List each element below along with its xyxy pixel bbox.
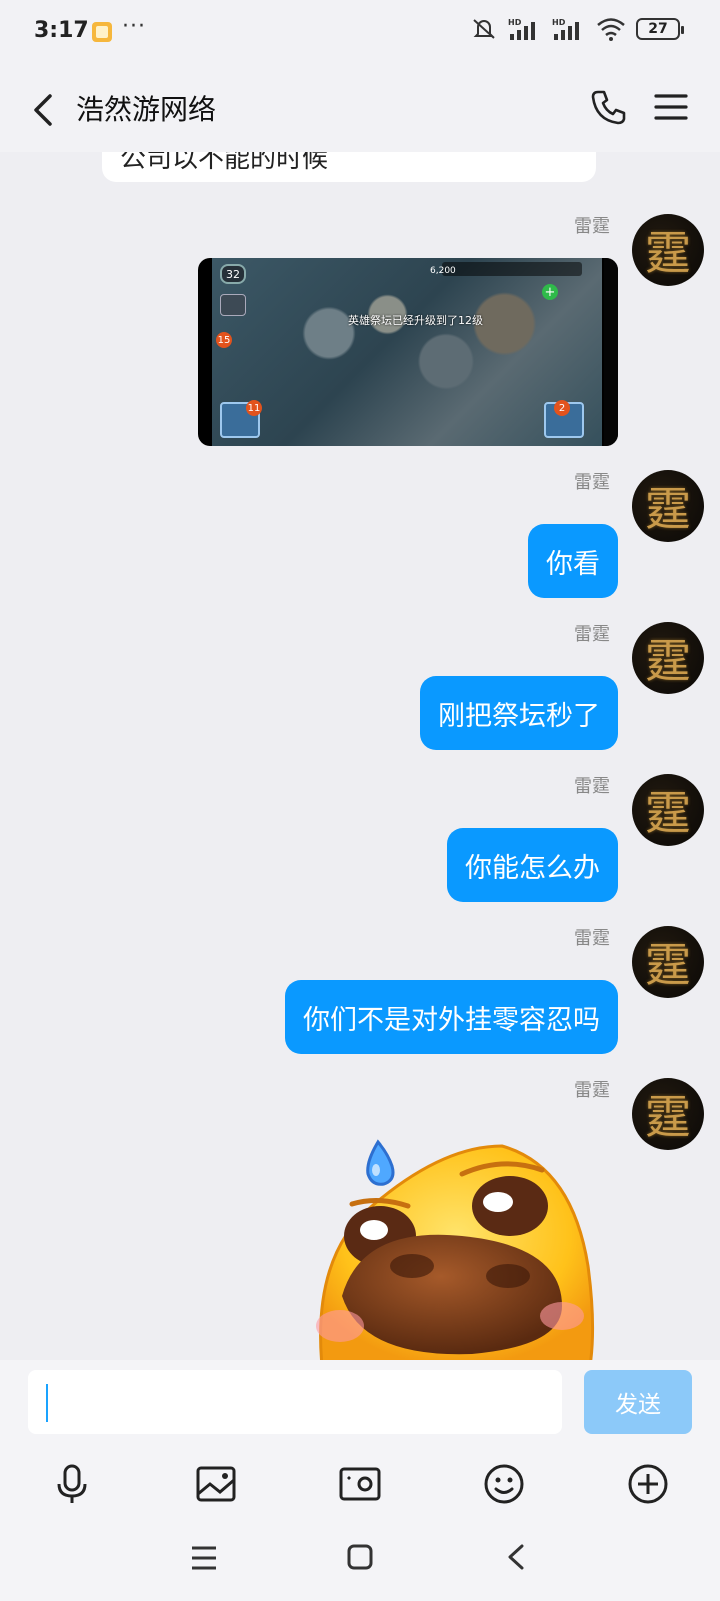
sender-name: 雷霆 (574, 928, 610, 949)
back-icon[interactable] (498, 1538, 538, 1578)
hd-signal-icon: HD (552, 18, 579, 40)
game-resource-value: 6,200 (430, 266, 456, 276)
avatar-glyph: 霆 (645, 226, 691, 280)
sweating-dog-sticker[interactable] (312, 1126, 596, 1360)
sender-name: 雷霆 (574, 624, 610, 645)
message-input[interactable] (28, 1370, 562, 1434)
avatar-glyph: 霆 (645, 938, 691, 992)
camera-icon[interactable] (336, 1460, 384, 1508)
previous-message-text: 公司以不能的时候 (120, 152, 329, 174)
sender-name: 雷霆 (574, 216, 610, 237)
hd-signal-icon: HD (508, 18, 535, 40)
svg-text:HD: HD (508, 18, 522, 27)
avatar-glyph: 霆 (645, 634, 691, 688)
menu-icon[interactable] (650, 86, 692, 128)
phone-icon[interactable] (588, 86, 630, 128)
image-icon[interactable] (192, 1460, 240, 1508)
avatar-glyph: 霆 (645, 482, 691, 536)
text-caret (46, 1384, 48, 1422)
battery-icon: 27 (636, 18, 684, 40)
chat-header: 浩然游网络 (0, 66, 720, 152)
composer: 发送 (0, 1360, 720, 1601)
status-bar: 3:17 ··· HD HD 27 (0, 0, 720, 66)
plus-icon[interactable] (624, 1460, 672, 1508)
battle-badge: 2 (554, 400, 570, 416)
game-caption: 英雄祭坛已经升级到了12级 (348, 314, 483, 327)
sender-name: 雷霆 (574, 472, 610, 493)
message-bubble[interactable]: 你们不是对外挂零容忍吗 (285, 980, 618, 1054)
trophy-icon (220, 294, 246, 316)
game-plus-icon: + (542, 284, 558, 300)
game-screenshot: 6,200 32 15 英雄祭坛已经升级到了12级 + 11 2 (212, 258, 602, 446)
previous-message-bubble[interactable]: 公司以不能的时候 (102, 152, 596, 182)
status-time: 3:17 (34, 18, 89, 43)
wifi-icon (597, 18, 625, 41)
phone-side-bar (604, 258, 618, 446)
mute-icon (473, 19, 495, 39)
message-list[interactable]: 公司以不能的时候 雷霆 霆 6,200 32 15 英雄祭坛已经升级到了12级 … (0, 152, 720, 1360)
avatar-glyph: 霆 (645, 1090, 691, 1144)
shop-badge: 11 (246, 400, 262, 416)
game-level-badge: 32 (220, 264, 246, 284)
status-icons: HD HD 27 (470, 16, 684, 42)
more-notifications-icon: ··· (122, 14, 146, 39)
composer-toolbar (0, 1460, 720, 1520)
avatar[interactable]: 霆 (632, 926, 704, 998)
avatar[interactable]: 霆 (632, 1078, 704, 1150)
microphone-icon[interactable] (48, 1460, 96, 1508)
avatar[interactable]: 霆 (632, 470, 704, 542)
avatar-glyph: 霆 (645, 786, 691, 840)
game-resource-bar (442, 262, 582, 276)
message-bubble[interactable]: 刚把祭坛秒了 (420, 676, 618, 750)
svg-text:HD: HD (552, 18, 566, 27)
chat-title[interactable]: 浩然游网络 (76, 88, 216, 128)
send-button[interactable]: 发送 (584, 1370, 692, 1434)
sender-name: 雷霆 (574, 1080, 610, 1101)
avatar[interactable]: 霆 (632, 214, 704, 286)
message-bubble[interactable]: 你看 (528, 524, 618, 598)
game-notification-badge: 15 (216, 332, 232, 348)
avatar[interactable]: 霆 (632, 622, 704, 694)
system-navigation-bar (0, 1532, 720, 1592)
emoji-icon[interactable] (480, 1460, 528, 1508)
sender-name: 雷霆 (574, 776, 610, 797)
home-icon[interactable] (340, 1538, 380, 1578)
app-notification-icon (92, 22, 112, 42)
message-bubble[interactable]: 你能怎么办 (447, 828, 618, 902)
avatar[interactable]: 霆 (632, 774, 704, 846)
back-arrow-icon[interactable] (24, 88, 68, 132)
image-message[interactable]: 6,200 32 15 英雄祭坛已经升级到了12级 + 11 2 (198, 258, 618, 446)
recent-apps-icon[interactable] (184, 1538, 224, 1578)
